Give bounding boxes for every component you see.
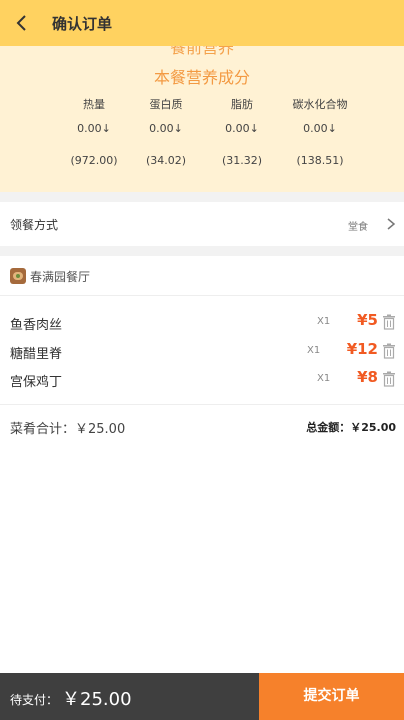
nutrition-label: 蛋白质	[149, 98, 183, 111]
nutrition-value: 0.00↓	[77, 122, 111, 135]
dishes-subtotal: 菜肴合计：￥25.00	[10, 422, 126, 437]
nutrition-total: (138.51)	[296, 154, 344, 167]
pay-amount: ￥25.00	[62, 689, 132, 710]
chevron-left-icon	[16, 15, 26, 31]
item-price: ¥5	[357, 311, 378, 329]
nutrition-value: 0.00↓	[225, 122, 259, 135]
page-title: 确认订单	[52, 15, 113, 33]
restaurant-name: 春满园餐厅	[30, 270, 91, 284]
trash-icon[interactable]	[382, 314, 396, 330]
trash-icon[interactable]	[382, 343, 396, 359]
pickup-method-value: 堂食	[348, 222, 368, 233]
nutrition-label: 热量	[83, 98, 105, 111]
item-quantity: X1	[317, 316, 331, 327]
nutrition-title: 本餐营养成分	[153, 68, 250, 87]
nutrition-total: (31.32)	[221, 154, 263, 167]
pickup-method-label: 领餐方式	[10, 218, 59, 232]
submit-order-button[interactable]: 提交订单	[259, 673, 404, 720]
checkout-bar: 待支付： ￥25.00 提交订单	[0, 673, 404, 720]
back-button[interactable]	[8, 8, 36, 38]
restaurant-icon	[10, 268, 26, 284]
restaurant-header: 春满园餐厅	[0, 256, 404, 296]
nutrition-value: 0.00↓	[149, 122, 183, 135]
nutrition-total: (972.00)	[70, 154, 118, 167]
item-name: 糖醋里脊	[10, 347, 63, 362]
nutrition-panel: 餐前营养 本餐营养成分 热量 0.00↓ (972.00) 蛋白质 0.00↓ …	[0, 46, 404, 192]
order-item: 宫保鸡丁 X1 ¥8	[0, 365, 404, 393]
section-divider	[0, 246, 404, 256]
item-name: 鱼香肉丝	[10, 318, 63, 333]
nutrition-value: 0.00↓	[303, 122, 337, 135]
item-name: 宫保鸡丁	[10, 375, 63, 390]
order-total: 总金额：￥25.00	[306, 421, 396, 434]
nutrition-label: 脂肪	[231, 98, 253, 111]
item-price: ¥12	[346, 340, 378, 358]
app-header: 确认订单	[0, 0, 404, 46]
order-item: 糖醋里脊 X1 ¥12	[0, 337, 404, 365]
chevron-right-icon	[387, 218, 396, 230]
item-quantity: X1	[307, 345, 321, 356]
nutrition-total: (34.02)	[145, 154, 187, 167]
section-divider	[0, 404, 404, 405]
trash-icon[interactable]	[382, 371, 396, 387]
nutrition-label: 碳水化合物	[292, 98, 348, 111]
item-quantity: X1	[317, 373, 331, 384]
nutrition-partial-heading: 餐前营养	[169, 46, 234, 57]
section-divider	[0, 192, 404, 202]
pickup-method-row[interactable]: 领餐方式 堂食	[0, 202, 404, 246]
item-price: ¥8	[357, 368, 378, 386]
pay-label: 待支付：	[10, 693, 59, 707]
order-item: 鱼香肉丝 X1 ¥5	[0, 308, 404, 336]
